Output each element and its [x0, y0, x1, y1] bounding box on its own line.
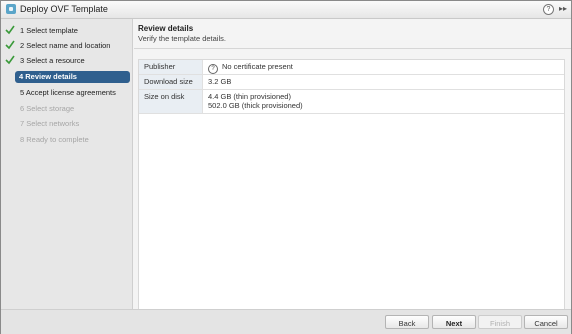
table-row: Publisher ? No certificate present: [139, 60, 564, 75]
content-header: Review details Verify the template detai…: [134, 19, 571, 49]
download-size-value: 3.2 GB: [208, 77, 232, 86]
help-icon[interactable]: ?: [543, 4, 554, 15]
step-label: 8 Ready to complete: [20, 135, 89, 144]
title-bar: Deploy OVF Template ? ▸▸: [1, 1, 571, 19]
step-ready-to-complete: 8 Ready to complete: [1, 133, 132, 147]
step-label: 2 Select name and location: [20, 41, 111, 50]
expand-icon[interactable]: ▸▸: [559, 4, 567, 14]
next-button[interactable]: Next: [432, 315, 476, 329]
footer-bar: Back Next Finish Cancel: [1, 309, 571, 334]
step-label: 4 Review details: [19, 72, 77, 81]
main-content: Review details Verify the template detai…: [134, 19, 571, 323]
step-select-name-location[interactable]: 2 Select name and location: [1, 39, 132, 53]
step-label: 3 Select a resource: [20, 56, 85, 65]
check-icon: [5, 55, 15, 65]
app-icon: [6, 4, 16, 14]
step-select-template[interactable]: 1 Select template: [1, 24, 132, 38]
finish-button: Finish: [478, 315, 522, 329]
step-select-networks: 7 Select networks: [1, 117, 132, 131]
page-subtitle: Verify the template details.: [138, 34, 226, 43]
step-label: 5 Accept license agreements: [20, 88, 116, 97]
wizard-steps-sidebar: 1 Select template 2 Select name and loca…: [1, 19, 133, 309]
step-review-details[interactable]: 4 Review details: [15, 71, 130, 83]
cancel-button[interactable]: Cancel: [524, 315, 568, 329]
step-select-storage: 6 Select storage: [1, 102, 132, 116]
details-panel: Publisher ? No certificate present Downlo…: [138, 59, 565, 323]
step-select-resource[interactable]: 3 Select a resource: [1, 54, 132, 68]
table-row: Size on disk 4.4 GB (thin provisioned) 5…: [139, 90, 564, 114]
download-size-label: Download size: [139, 75, 203, 89]
size-on-disk-label: Size on disk: [139, 90, 203, 113]
question-icon[interactable]: ?: [208, 64, 218, 74]
dialog-title: Deploy OVF Template: [20, 4, 108, 14]
check-icon: [5, 40, 15, 50]
table-row: Download size 3.2 GB: [139, 75, 564, 90]
step-accept-license[interactable]: 5 Accept license agreements: [1, 86, 132, 100]
size-thin-provisioned: 4.4 GB (thin provisioned): [208, 92, 291, 101]
size-thick-provisioned: 502.0 GB (thick provisioned): [208, 101, 303, 110]
publisher-value-cell: ? No certificate present: [203, 60, 293, 74]
step-label: 1 Select template: [20, 26, 78, 35]
step-label: 7 Select networks: [20, 119, 80, 128]
step-label: 6 Select storage: [20, 104, 75, 113]
deploy-ovf-dialog: Deploy OVF Template ? ▸▸ 1 Select templa…: [0, 0, 572, 334]
back-button[interactable]: Back: [385, 315, 429, 329]
check-icon: [5, 25, 15, 35]
page-title: Review details: [138, 24, 194, 33]
size-on-disk-values: 4.4 GB (thin provisioned) 502.0 GB (thic…: [203, 90, 303, 113]
publisher-value: No certificate present: [222, 62, 293, 71]
publisher-label: Publisher: [139, 60, 203, 74]
